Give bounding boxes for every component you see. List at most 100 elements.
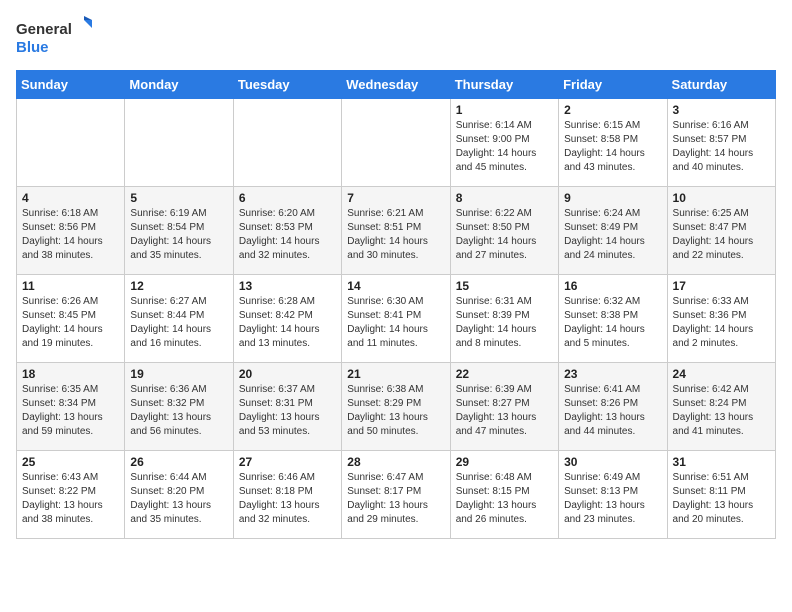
calendar-cell: 29 Sunrise: 6:48 AM Sunset: 8:15 PM Dayli…	[450, 451, 558, 539]
calendar-cell: 8 Sunrise: 6:22 AM Sunset: 8:50 PM Daylig…	[450, 187, 558, 275]
calendar-cell: 20 Sunrise: 6:37 AM Sunset: 8:31 PM Dayli…	[233, 363, 341, 451]
calendar-header-row: SundayMondayTuesdayWednesdayThursdayFrid…	[17, 71, 776, 99]
calendar-cell: 27 Sunrise: 6:46 AM Sunset: 8:18 PM Dayli…	[233, 451, 341, 539]
calendar-cell: 7 Sunrise: 6:21 AM Sunset: 8:51 PM Daylig…	[342, 187, 450, 275]
logo: General Blue	[16, 16, 96, 60]
week-row-2: 11 Sunrise: 6:26 AM Sunset: 8:45 PM Dayli…	[17, 275, 776, 363]
calendar-cell: 31Sunrise: 6:51 AM Sunset: 8:11 PM Dayli…	[667, 451, 775, 539]
logo-svg: General Blue	[16, 16, 96, 60]
calendar-cell: 24 Sunrise: 6:42 AM Sunset: 8:24 PM Dayli…	[667, 363, 775, 451]
day-info: Sunrise: 6:18 AM Sunset: 8:56 PM Dayligh…	[22, 207, 119, 263]
calendar-table: SundayMondayTuesdayWednesdayThursdayFrid…	[16, 70, 776, 539]
day-info: Sunrise: 6:25 AM Sunset: 8:47 PM Dayligh…	[673, 207, 770, 263]
day-number: 31	[673, 455, 770, 469]
day-number: 22	[456, 367, 553, 381]
day-number: 8	[456, 191, 553, 205]
day-number: 9	[564, 191, 661, 205]
calendar-cell: 21Sunrise: 6:38 AM Sunset: 8:29 PM Dayli…	[342, 363, 450, 451]
day-number: 28	[347, 455, 444, 469]
day-info: Sunrise: 6:43 AM Sunset: 8:22 PM Dayligh…	[22, 471, 119, 527]
calendar-cell: 11 Sunrise: 6:26 AM Sunset: 8:45 PM Dayli…	[17, 275, 125, 363]
day-number: 27	[239, 455, 336, 469]
day-info: Sunrise: 6:30 AM Sunset: 8:41 PM Dayligh…	[347, 295, 444, 351]
calendar-cell: 4Sunrise: 6:18 AM Sunset: 8:56 PM Daylig…	[17, 187, 125, 275]
calendar-cell: 15 Sunrise: 6:31 AM Sunset: 8:39 PM Dayli…	[450, 275, 558, 363]
calendar-cell	[125, 99, 233, 187]
header-wednesday: Wednesday	[342, 71, 450, 99]
day-number: 6	[239, 191, 336, 205]
day-number: 12	[130, 279, 227, 293]
calendar-cell: 22 Sunrise: 6:39 AM Sunset: 8:27 PM Dayli…	[450, 363, 558, 451]
day-number: 11	[22, 279, 119, 293]
header-saturday: Saturday	[667, 71, 775, 99]
header-sunday: Sunday	[17, 71, 125, 99]
page-header: General Blue	[16, 16, 776, 60]
day-info: Sunrise: 6:33 AM Sunset: 8:36 PM Dayligh…	[673, 295, 770, 351]
day-number: 29	[456, 455, 553, 469]
day-info: Sunrise: 6:20 AM Sunset: 8:53 PM Dayligh…	[239, 207, 336, 263]
calendar-cell: 18 Sunrise: 6:35 AM Sunset: 8:34 PM Dayli…	[17, 363, 125, 451]
header-thursday: Thursday	[450, 71, 558, 99]
day-number: 26	[130, 455, 227, 469]
day-number: 1	[456, 103, 553, 117]
day-info: Sunrise: 6:15 AM Sunset: 8:58 PM Dayligh…	[564, 119, 661, 175]
day-info: Sunrise: 6:28 AM Sunset: 8:42 PM Dayligh…	[239, 295, 336, 351]
day-info: Sunrise: 6:21 AM Sunset: 8:51 PM Dayligh…	[347, 207, 444, 263]
day-number: 10	[673, 191, 770, 205]
calendar-cell: 26Sunrise: 6:44 AM Sunset: 8:20 PM Dayli…	[125, 451, 233, 539]
calendar-cell: 19 Sunrise: 6:36 AM Sunset: 8:32 PM Dayli…	[125, 363, 233, 451]
day-info: Sunrise: 6:26 AM Sunset: 8:45 PM Dayligh…	[22, 295, 119, 351]
day-info: Sunrise: 6:35 AM Sunset: 8:34 PM Dayligh…	[22, 383, 119, 439]
week-row-3: 18 Sunrise: 6:35 AM Sunset: 8:34 PM Dayli…	[17, 363, 776, 451]
calendar-cell: 12 Sunrise: 6:27 AM Sunset: 8:44 PM Dayli…	[125, 275, 233, 363]
calendar-cell	[342, 99, 450, 187]
day-number: 15	[456, 279, 553, 293]
calendar-cell: 13 Sunrise: 6:28 AM Sunset: 8:42 PM Dayli…	[233, 275, 341, 363]
day-number: 17	[673, 279, 770, 293]
calendar-cell: 1Sunrise: 6:14 AM Sunset: 9:00 PM Daylig…	[450, 99, 558, 187]
day-info: Sunrise: 6:32 AM Sunset: 8:38 PM Dayligh…	[564, 295, 661, 351]
day-info: Sunrise: 6:48 AM Sunset: 8:15 PM Dayligh…	[456, 471, 553, 527]
day-info: Sunrise: 6:46 AM Sunset: 8:18 PM Dayligh…	[239, 471, 336, 527]
svg-text:Blue: Blue	[16, 39, 49, 56]
day-number: 2	[564, 103, 661, 117]
week-row-1: 4Sunrise: 6:18 AM Sunset: 8:56 PM Daylig…	[17, 187, 776, 275]
day-number: 3	[673, 103, 770, 117]
header-monday: Monday	[125, 71, 233, 99]
day-number: 5	[130, 191, 227, 205]
day-info: Sunrise: 6:39 AM Sunset: 8:27 PM Dayligh…	[456, 383, 553, 439]
day-info: Sunrise: 6:27 AM Sunset: 8:44 PM Dayligh…	[130, 295, 227, 351]
day-info: Sunrise: 6:47 AM Sunset: 8:17 PM Dayligh…	[347, 471, 444, 527]
svg-text:General: General	[16, 21, 72, 38]
day-number: 18	[22, 367, 119, 381]
day-info: Sunrise: 6:36 AM Sunset: 8:32 PM Dayligh…	[130, 383, 227, 439]
day-info: Sunrise: 6:22 AM Sunset: 8:50 PM Dayligh…	[456, 207, 553, 263]
day-number: 24	[673, 367, 770, 381]
day-info: Sunrise: 6:19 AM Sunset: 8:54 PM Dayligh…	[130, 207, 227, 263]
week-row-0: 1Sunrise: 6:14 AM Sunset: 9:00 PM Daylig…	[17, 99, 776, 187]
week-row-4: 25Sunrise: 6:43 AM Sunset: 8:22 PM Dayli…	[17, 451, 776, 539]
day-number: 14	[347, 279, 444, 293]
day-number: 21	[347, 367, 444, 381]
calendar-cell: 23Sunrise: 6:41 AM Sunset: 8:26 PM Dayli…	[559, 363, 667, 451]
day-number: 19	[130, 367, 227, 381]
header-tuesday: Tuesday	[233, 71, 341, 99]
day-number: 30	[564, 455, 661, 469]
calendar-cell	[17, 99, 125, 187]
day-info: Sunrise: 6:42 AM Sunset: 8:24 PM Dayligh…	[673, 383, 770, 439]
calendar-cell: 30 Sunrise: 6:49 AM Sunset: 8:13 PM Dayli…	[559, 451, 667, 539]
calendar-cell: 5 Sunrise: 6:19 AM Sunset: 8:54 PM Daylig…	[125, 187, 233, 275]
day-info: Sunrise: 6:37 AM Sunset: 8:31 PM Dayligh…	[239, 383, 336, 439]
calendar-cell	[233, 99, 341, 187]
day-info: Sunrise: 6:49 AM Sunset: 8:13 PM Dayligh…	[564, 471, 661, 527]
day-number: 13	[239, 279, 336, 293]
calendar-cell: 14 Sunrise: 6:30 AM Sunset: 8:41 PM Dayli…	[342, 275, 450, 363]
day-number: 7	[347, 191, 444, 205]
calendar-cell: 17 Sunrise: 6:33 AM Sunset: 8:36 PM Dayli…	[667, 275, 775, 363]
calendar-cell: 10 Sunrise: 6:25 AM Sunset: 8:47 PM Dayli…	[667, 187, 775, 275]
day-info: Sunrise: 6:31 AM Sunset: 8:39 PM Dayligh…	[456, 295, 553, 351]
day-number: 20	[239, 367, 336, 381]
header-friday: Friday	[559, 71, 667, 99]
day-number: 23	[564, 367, 661, 381]
calendar-cell: 3Sunrise: 6:16 AM Sunset: 8:57 PM Daylig…	[667, 99, 775, 187]
